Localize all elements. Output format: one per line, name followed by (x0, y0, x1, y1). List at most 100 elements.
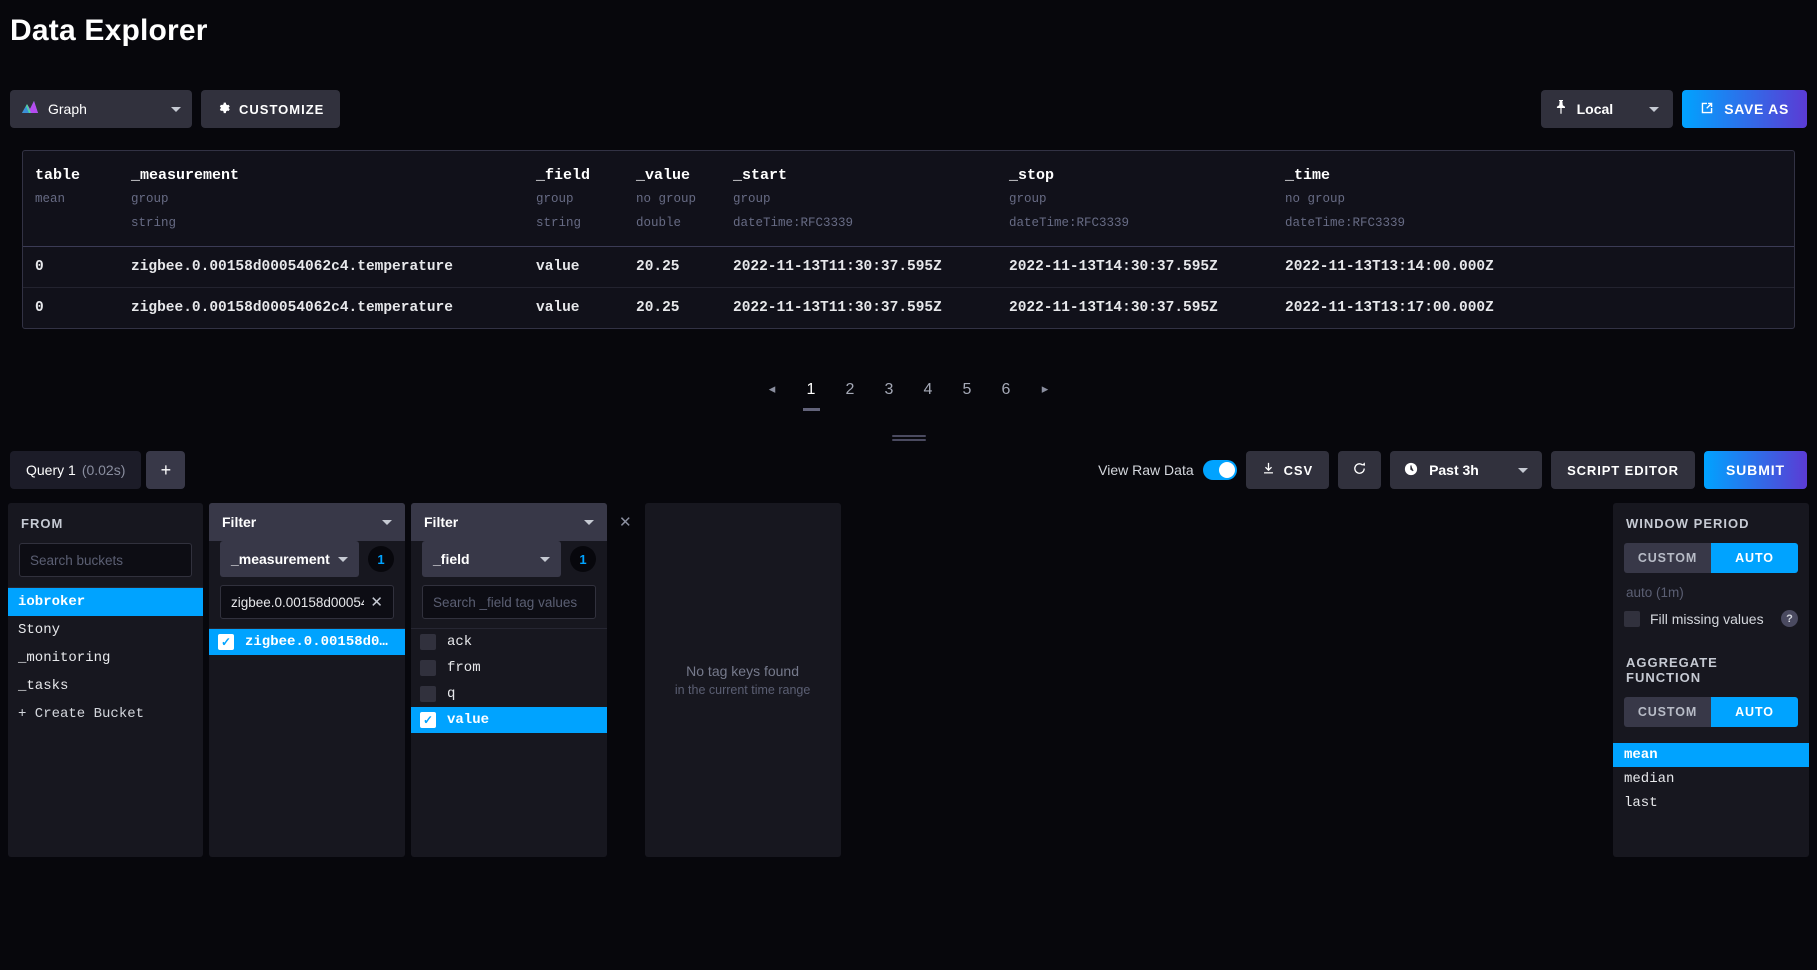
bucket-item-monitoring[interactable]: _monitoring (8, 644, 203, 672)
list-item[interactable]: ✓ value (411, 707, 607, 734)
local-timezone-dropdown[interactable]: Local (1540, 90, 1674, 128)
query-tab-label: Query 1 (26, 462, 76, 479)
list-item[interactable]: ✓ zigbee.0.00158d000540… (209, 629, 405, 656)
list-item-label: value (447, 712, 490, 729)
visualization-toolbar: Graph CUSTOMIZE Local SAVE AS (0, 90, 1817, 128)
script-editor-button[interactable]: SCRIPT EDITOR (1551, 451, 1695, 490)
download-icon (1262, 462, 1275, 478)
window-period-title: WINDOW PERIOD (1626, 516, 1750, 532)
from-panel: FROM iobroker Stony _monitoring _tasks +… (8, 503, 207, 858)
cell-value: 20.25 (636, 259, 680, 276)
pagination-page-5[interactable]: 5 (959, 381, 976, 408)
column-header-start: _start group dateTime:RFC3339 (721, 167, 997, 232)
selected-count-badge: 1 (368, 546, 394, 573)
pagination-prev[interactable]: ◂ (764, 381, 781, 406)
aggregate-function-last[interactable]: last (1613, 791, 1809, 815)
search-measurement-input[interactable] (231, 594, 365, 610)
panel-resize-handle[interactable] (891, 435, 926, 442)
column-group: group (733, 192, 771, 206)
raw-data-table: table mean _measurement group string _fi… (22, 150, 1795, 330)
chevron-down-icon (171, 106, 181, 112)
page-title: Data Explorer (10, 14, 208, 47)
download-csv-button[interactable]: CSV (1245, 451, 1330, 490)
visualization-type-dropdown[interactable]: Graph (10, 90, 192, 128)
bucket-item-iobroker[interactable]: iobroker (8, 588, 203, 617)
cell-table: 0 (35, 259, 44, 276)
list-item[interactable]: q (411, 681, 607, 707)
column-type: dateTime:RFC3339 (1285, 216, 1406, 231)
aggregate-auto-button[interactable]: AUTO (1711, 697, 1798, 728)
checkbox-icon (420, 686, 436, 703)
tag-key-dropdown-field[interactable]: _field (422, 541, 561, 578)
checkbox-checked-icon: ✓ (420, 712, 436, 729)
measurement-search-box[interactable]: ✕ (220, 585, 394, 620)
cell-time: 2022-11-13T13:14:00.000Z (1285, 259, 1494, 276)
export-icon (1700, 101, 1714, 118)
aggregate-custom-button[interactable]: CUSTOM (1624, 697, 1711, 728)
pagination-next[interactable]: ▸ (1037, 381, 1054, 406)
fill-missing-values-row[interactable]: Fill missing values ? (1613, 610, 1809, 628)
toggle-knob (1218, 462, 1235, 479)
window-period-custom-button[interactable]: CUSTOM (1624, 543, 1711, 574)
aggregate-function-mean[interactable]: mean (1613, 743, 1809, 768)
pagination-page-1[interactable]: 1 (802, 381, 820, 412)
create-bucket-button[interactable]: + Create Bucket (8, 700, 203, 728)
column-name: _start (733, 167, 788, 184)
column-group: group (131, 192, 169, 206)
filter-type-dropdown[interactable]: Filter (209, 503, 405, 542)
filter-type-dropdown[interactable]: Filter (411, 503, 607, 542)
selected-count-badge: 1 (570, 546, 596, 573)
list-item-label: ack (447, 634, 473, 651)
view-raw-data-toggle[interactable] (1202, 460, 1237, 481)
pagination-page-3[interactable]: 3 (881, 381, 898, 408)
column-header-value: _value no group double (624, 167, 721, 232)
empty-tag-panel: No tag keys found in the current time ra… (644, 503, 841, 858)
pagination-page-6[interactable]: 6 (998, 381, 1015, 408)
cell-table: 0 (35, 300, 44, 317)
aggregate-function-median[interactable]: median (1613, 767, 1809, 791)
empty-message: No tag keys found in the current time ra… (645, 503, 841, 857)
window-period-auto-button[interactable]: AUTO (1711, 543, 1798, 574)
list-item[interactable]: from (411, 655, 607, 681)
save-as-button[interactable]: SAVE AS (1682, 90, 1807, 128)
chevron-down-icon (338, 556, 348, 562)
filter-panel-field: Filter _field 1 ack from q (411, 503, 607, 858)
chevron-down-icon (584, 519, 594, 525)
tag-key-dropdown-measurement[interactable]: _measurement (220, 541, 359, 578)
refresh-icon (1352, 461, 1367, 479)
add-query-button[interactable]: + (146, 451, 186, 490)
pagination-page-2[interactable]: 2 (842, 381, 859, 408)
pagination-page-4[interactable]: 4 (920, 381, 937, 408)
query-tab-1[interactable]: Query 1 (0.02s) (10, 451, 142, 490)
help-icon[interactable]: ? (1781, 610, 1798, 628)
cell-stop: 2022-11-13T14:30:37.595Z (1009, 259, 1218, 276)
field-search-box[interactable] (422, 585, 596, 620)
bucket-item-stony[interactable]: Stony (8, 616, 203, 644)
column-group: group (1009, 192, 1047, 206)
time-range-label: Past 3h (1429, 462, 1479, 479)
refresh-button[interactable] (1338, 451, 1382, 490)
column-name: _field (536, 167, 591, 184)
bucket-search-box[interactable] (19, 543, 207, 578)
bucket-item-tasks[interactable]: _tasks (8, 672, 203, 700)
clear-search-icon[interactable]: ✕ (370, 593, 383, 611)
submit-button[interactable]: SUBMIT (1703, 451, 1807, 490)
raw-data-table-wrapper: table mean _measurement group string _fi… (0, 150, 1817, 442)
bucket-list: iobroker Stony _monitoring _tasks + Crea… (8, 587, 203, 857)
list-item[interactable]: ack (411, 629, 607, 655)
time-range-dropdown[interactable]: Past 3h (1390, 451, 1543, 490)
cell-time: 2022-11-13T13:17:00.000Z (1285, 300, 1494, 317)
search-field-values-input[interactable] (433, 594, 585, 610)
list-item-label: zigbee.0.00158d000540… (245, 634, 396, 651)
checkbox-icon[interactable] (1624, 610, 1640, 627)
customize-button[interactable]: CUSTOMIZE (201, 90, 341, 128)
list-item-label: from (447, 660, 481, 677)
cell-value: 20.25 (636, 300, 680, 317)
checkbox-checked-icon: ✓ (218, 634, 234, 651)
column-header-table: table mean (23, 167, 119, 208)
remove-filter-panel-button[interactable]: ✕ (613, 503, 639, 531)
gear-icon (217, 101, 230, 117)
column-group: no group (636, 192, 697, 206)
column-header-measurement: _measurement group string (119, 167, 524, 232)
search-buckets-input[interactable] (30, 552, 207, 568)
